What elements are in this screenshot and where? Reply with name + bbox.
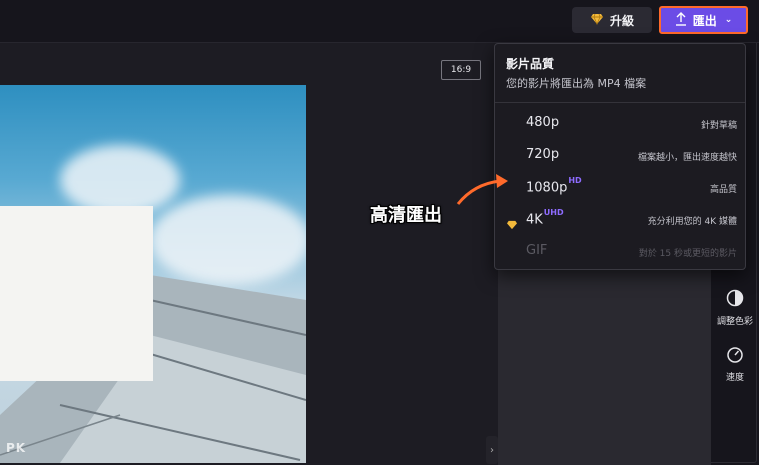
option-1080p[interactable]: 1080pHD 高品質	[495, 175, 745, 201]
adjust-color-label: 調整色彩	[716, 317, 753, 327]
option-description: 對於 15 秒或更短的影片	[638, 249, 737, 259]
option-480p[interactable]: 480p 針對草稿	[495, 111, 745, 137]
watermark-logo: PK	[6, 441, 27, 455]
export-label: 匯出	[692, 13, 717, 28]
option-720p[interactable]: 720p 檔案越小，匯出速度越快	[495, 143, 745, 169]
menu-subtitle: 您的影片將匯出為 MP4 檔案	[506, 77, 647, 90]
option-description: 高品質	[709, 185, 737, 195]
option-resolution: 480p	[526, 115, 560, 130]
blank-overlay	[0, 206, 153, 381]
option-resolution: 4KUHD	[526, 208, 564, 228]
annotation-arrow	[456, 174, 508, 205]
export-button[interactable]: 匯出 ⌄	[659, 6, 748, 34]
option-resolution: 720p	[526, 147, 560, 162]
speedometer-icon	[711, 345, 759, 368]
upgrade-label: 升級	[609, 13, 634, 28]
aspect-ratio-button[interactable]: 16:9	[441, 60, 481, 80]
properties-content	[498, 270, 711, 465]
option-resolution: 1080pHD	[526, 176, 582, 196]
option-description: 充分利用您的 4K 媒體	[647, 217, 737, 227]
adjust-color-tool[interactable]: 調整色彩	[711, 289, 759, 327]
annotation-label: 高清匯出	[370, 205, 442, 226]
speed-label: 速度	[725, 373, 744, 383]
contrast-icon	[711, 289, 759, 312]
option-gif: GIF 對於 15 秒或更短的影片	[495, 239, 745, 265]
option-4k[interactable]: 4KUHD 充分利用您的 4K 媒體	[495, 207, 745, 233]
menu-title: 影片品質	[506, 57, 555, 71]
upload-icon	[675, 11, 687, 29]
hd-badge: HD	[568, 176, 582, 185]
diamond-icon	[590, 13, 604, 28]
upgrade-button[interactable]: 升級	[572, 7, 652, 33]
speed-tool[interactable]: 速度	[711, 345, 759, 383]
option-description: 檔案越小，匯出速度越快	[637, 153, 737, 163]
option-description: 針對草稿	[700, 121, 737, 131]
export-quality-menu: 影片品質 您的影片將匯出為 MP4 檔案 480p 針對草稿 720p 檔案越小…	[494, 43, 746, 270]
uhd-badge: UHD	[543, 208, 564, 217]
diamond-icon	[506, 215, 518, 234]
menu-header: 影片品質 您的影片將匯出為 MP4 檔案	[495, 44, 745, 103]
option-resolution: GIF	[526, 243, 548, 258]
chevron-down-icon: ⌄	[724, 15, 733, 25]
collapse-handle[interactable]: ›	[486, 436, 498, 464]
